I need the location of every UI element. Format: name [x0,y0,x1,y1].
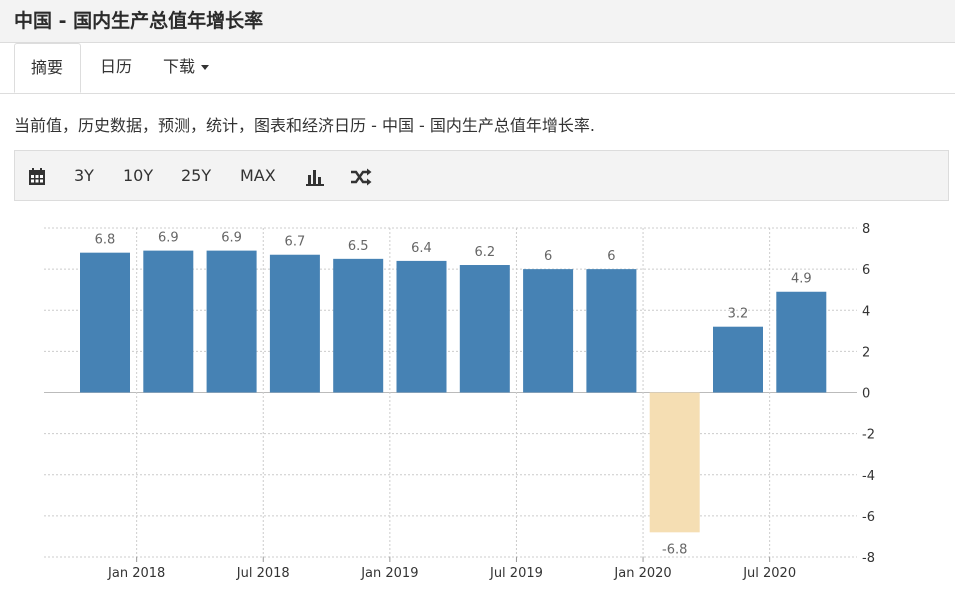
x-tick-label: Jul 2018 [236,566,290,581]
chart-bar[interactable] [396,260,447,393]
y-tick-label: -6 [862,510,875,525]
chart-bar[interactable] [649,392,700,533]
bar-value-label: 6.8 [95,233,116,248]
chart-bars [80,250,827,533]
bar-value-label: 6 [607,249,615,264]
tab-bar: 摘要 日历 下载 [0,43,955,94]
shuffle-icon[interactable] [350,151,372,200]
y-tick-label: 4 [862,304,870,319]
chart-bar[interactable] [523,269,574,393]
x-tick-label: Jan 2018 [107,566,165,581]
chart-bar[interactable] [206,250,257,393]
tab-summary[interactable]: 摘要 [14,43,81,93]
bar-value-label: 6 [544,249,552,264]
x-tick-label: Jan 2019 [360,566,418,581]
bar-value-label: 6.2 [474,245,495,260]
tab-download[interactable]: 下载 [163,43,210,93]
tab-download-label: 下载 [163,57,196,76]
bar-value-label: 6.7 [285,235,306,250]
bar-value-label: 3.2 [728,307,749,322]
chart-bar[interactable] [459,265,510,393]
bar-value-label: 6.5 [348,239,369,254]
range-10y-button[interactable]: 10Y [123,151,153,200]
page-title: 中国 - 国内生产总值年增长率 [14,10,264,32]
chart-bar[interactable] [776,291,827,393]
y-tick-label: -2 [862,428,875,443]
chart-bar[interactable] [586,269,637,393]
x-tick-label: Jul 2020 [742,566,796,581]
title-bar: 中国 - 国内生产总值年增长率 [0,0,955,43]
range-3y-button[interactable]: 3Y [74,151,94,200]
chart-bar[interactable] [80,252,130,393]
y-tick-label: 8 [862,222,870,237]
bar-value-label: 4.9 [791,272,812,287]
bar-value-label: -6.8 [662,542,687,557]
chart-toolbar: 3Y 10Y 25Y MAX [14,150,949,201]
chart-bar[interactable] [333,258,384,393]
y-tick-label: -4 [862,469,875,484]
tab-calendar[interactable]: 日历 [100,43,132,93]
chevron-down-icon [201,65,210,70]
chart-value-labels: 6.8 6.9 6.9 6.7 6.5 6.4 6.2 6 6 -6.8 3.2 4.9 [95,231,812,558]
y-tick-label: -8 [862,551,875,566]
page-description: 当前值，历史数据，预测，统计，图表和经济日历 - 中国 - 国内生产总值年增长率… [14,116,595,135]
y-tick-label: 2 [862,345,870,360]
x-tick-label: Jul 2019 [489,566,543,581]
y-tick-label: 0 [862,387,870,402]
bar-value-label: 6.9 [221,231,242,246]
gdp-growth-chart: 6.8 6.9 6.9 6.7 6.5 6.4 6.2 6 6 -6.8 3.2 4.9 8 6 4 2 0 -… [44,222,875,581]
range-max-button[interactable]: MAX [240,151,276,200]
bar-chart-icon[interactable] [306,151,326,200]
y-tick-label: 6 [862,263,870,278]
bar-value-label: 6.9 [158,231,179,246]
range-25y-button[interactable]: 25Y [181,151,211,200]
chart-bar[interactable] [269,254,320,393]
bar-value-label: 6.4 [411,241,432,256]
chart-bar[interactable] [143,250,194,393]
calendar-icon[interactable] [28,151,46,200]
x-tick-label: Jan 2020 [613,566,671,581]
chart-bar[interactable] [713,326,763,393]
